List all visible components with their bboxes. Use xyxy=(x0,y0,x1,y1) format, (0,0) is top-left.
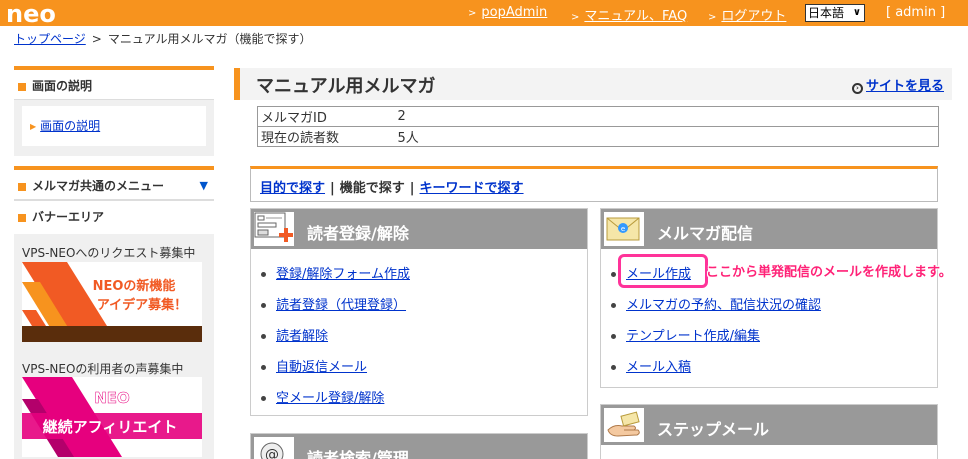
list-item: メルマガの予約、配信状況の確認 xyxy=(611,294,821,325)
tab-function: 機能で探す xyxy=(339,181,405,196)
bullet-icon xyxy=(261,334,266,339)
table-row: 現在の読者数 5人 xyxy=(257,126,939,147)
language-select[interactable]: 日本語 ∨ xyxy=(805,4,865,22)
table-row: メルマガID 2 xyxy=(257,106,939,127)
sidebar-common-menu-heading[interactable]: メルマガ共通のメニュー ▼ xyxy=(14,166,214,200)
svg-text:neo: neo xyxy=(6,1,56,25)
chevron-down-icon: ∨ xyxy=(852,7,861,18)
sidebar-banner-heading: バナーエリア xyxy=(14,200,214,234)
step-mail-panel: ステップメール xyxy=(600,404,938,459)
triangle-right-icon: ▶ xyxy=(30,122,37,131)
bullet-icon xyxy=(261,396,266,401)
unsubscribe-link[interactable]: 読者解除 xyxy=(276,329,328,344)
envelope-icon: e xyxy=(604,212,644,246)
panel-header: ステップメール xyxy=(601,405,937,445)
orange-square-icon xyxy=(18,182,26,191)
banner-affiliate-image[interactable]: NEO 継続アフィリエイト xyxy=(22,377,202,457)
panel-header: e メルマガ配信 xyxy=(601,209,937,249)
circle-arrow-icon: › xyxy=(851,83,863,94)
search-mode-tabs: 目的で探す | 機能で探す | キーワードで探す xyxy=(250,166,938,202)
bullet-icon xyxy=(261,303,266,308)
info-key: メルマガID xyxy=(257,106,395,127)
nav-popadmin-link[interactable]: > popAdmin xyxy=(468,5,547,20)
at-sign-icon: @ xyxy=(254,437,294,459)
mail-submit-link[interactable]: メール入稿 xyxy=(626,360,691,375)
neo-logo-icon: neo xyxy=(6,1,56,25)
registration-form-icon xyxy=(254,212,294,246)
reader-menu-list: 登録/解除フォーム作成 読者登録（代理登録） 読者解除 自動返信メール 空メール… xyxy=(261,263,410,418)
magazine-info-table: メルマガID 2 現在の読者数 5人 xyxy=(257,106,939,147)
nav-manual-faq-link[interactable]: > マニュアル、FAQ xyxy=(571,5,687,24)
svg-text:e: e xyxy=(621,225,625,233)
svg-text:継続アフィリエイト: 継続アフィリエイト xyxy=(43,418,178,436)
bullet-icon xyxy=(611,303,616,308)
hand-mail-icon xyxy=(604,408,644,442)
chevron-right-icon: > xyxy=(468,8,477,19)
top-header-bar: neo > popAdmin > マニュアル、FAQ > ログアウト 日本語 ∨ [ … xyxy=(0,0,968,26)
sidebar-description-heading: 画面の説明 xyxy=(14,66,214,100)
reader-registration-panel: 読者登録/解除 登録/解除フォーム作成 読者登録（代理登録） 読者解除 自動返信… xyxy=(250,208,588,416)
list-item: 読者登録（代理登録） xyxy=(261,294,410,325)
info-value: 5人 xyxy=(394,126,939,147)
proxy-register-link[interactable]: 読者登録（代理登録） xyxy=(276,298,406,313)
create-form-link[interactable]: 登録/解除フォーム作成 xyxy=(276,267,410,282)
template-edit-link[interactable]: テンプレート作成/編集 xyxy=(626,329,760,344)
svg-text:アイデア募集！: アイデア募集！ xyxy=(97,297,187,313)
sidebar-description-box: ▶ 画面の説明 xyxy=(14,100,214,156)
svg-text:NEOの新機能: NEOの新機能 xyxy=(93,278,176,294)
svg-text:@: @ xyxy=(265,447,279,459)
panel-title: 読者検索/管理 xyxy=(307,449,409,459)
panel-header: @ 読者検索/管理 xyxy=(251,434,587,459)
panel-title: ステップメール xyxy=(657,420,770,439)
reader-search-panel: @ 読者検索/管理 xyxy=(250,433,588,459)
user-badge: [ admin ] xyxy=(886,5,946,20)
bullet-icon xyxy=(611,272,616,277)
list-item: テンプレート作成/編集 xyxy=(611,325,821,356)
callout-annotation: ここから単発配信のメールを作成します。 xyxy=(706,265,952,280)
list-item: 読者解除 xyxy=(261,325,410,356)
auto-reply-link[interactable]: 自動返信メール xyxy=(276,360,367,375)
sidebar-description-link[interactable]: 画面の説明 xyxy=(40,119,100,133)
panel-header: 読者登録/解除 xyxy=(251,209,587,249)
bullet-icon xyxy=(261,365,266,370)
tab-keyword[interactable]: キーワードで探す xyxy=(420,181,524,196)
schedule-status-link[interactable]: メルマガの予約、配信状況の確認 xyxy=(626,298,821,313)
chevron-right-icon: > xyxy=(571,12,580,23)
page-title: マニュアル用メルマガ xyxy=(256,76,436,97)
svg-text:NEO: NEO xyxy=(94,389,130,407)
list-item: 自動返信メール xyxy=(261,356,410,387)
callout-highlight-box xyxy=(618,254,708,288)
chevron-right-icon: > xyxy=(708,12,717,23)
list-item: 登録/解除フォーム作成 xyxy=(261,263,410,294)
panel-title: メルマガ配信 xyxy=(657,224,754,243)
orange-square-icon xyxy=(18,213,26,222)
empty-mail-link[interactable]: 空メール登録/解除 xyxy=(276,391,384,406)
info-value: 2 xyxy=(394,106,939,127)
banner-idea-image[interactable]: NEOの新機能 アイデア募集！ xyxy=(22,262,202,342)
view-site-link[interactable]: › サイトを見る xyxy=(851,75,944,94)
bullet-icon xyxy=(611,334,616,339)
breadcrumb-separator: > xyxy=(91,32,102,46)
banner-caption: VPS-NEOの利用者の声募集中 xyxy=(22,362,184,376)
orange-square-icon xyxy=(18,82,26,91)
nav-logout-link[interactable]: > ログアウト xyxy=(708,5,786,24)
banner-area: VPS-NEOへのリクエスト募集中 NEOの新機能 アイデア募集！ VPS-NE… xyxy=(14,234,214,459)
breadcrumb-current: マニュアル用メルマガ（機能で探す） xyxy=(107,32,312,46)
triangle-down-icon: ▼ xyxy=(199,179,208,192)
breadcrumb-home-link[interactable]: トップページ xyxy=(14,32,86,46)
banner-caption: VPS-NEOへのリクエスト募集中 xyxy=(22,246,196,260)
magazine-delivery-panel: e メルマガ配信 メール作成 メルマガの予約、配信状況の確認 テンプレート作成/… xyxy=(600,208,938,388)
breadcrumb: トップページ > マニュアル用メルマガ（機能で探す） xyxy=(14,30,311,47)
sidebar-description-inner: ▶ 画面の説明 xyxy=(22,106,206,146)
page-title-bar: マニュアル用メルマガ › サイトを見る xyxy=(234,68,952,100)
panel-title: 読者登録/解除 xyxy=(307,224,409,243)
bullet-icon xyxy=(261,272,266,277)
tab-purpose[interactable]: 目的で探す xyxy=(260,181,325,196)
list-item: 空メール登録/解除 xyxy=(261,387,410,418)
info-key: 現在の読者数 xyxy=(257,126,395,147)
neo-logo[interactable]: neo xyxy=(6,1,76,25)
bullet-icon xyxy=(611,365,616,370)
list-item: メール入稿 xyxy=(611,356,821,387)
